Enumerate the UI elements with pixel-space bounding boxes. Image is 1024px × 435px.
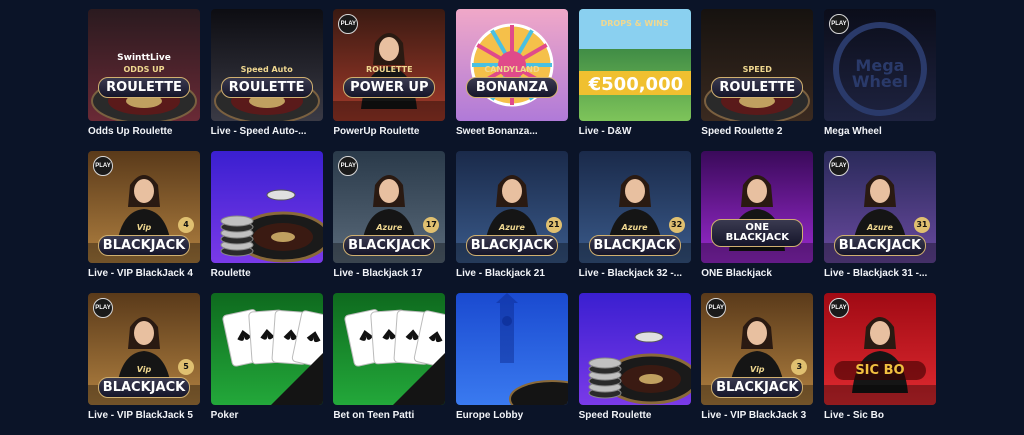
game-title[interactable]: Live - Blackjack 31 -...: [824, 268, 936, 280]
game-thumbnail[interactable]: DROPS & WINS €500,000: [578, 9, 691, 121]
game-title[interactable]: Live - VIP BlackJack 3: [701, 410, 813, 422]
game-title[interactable]: Live - Blackjack 32 -...: [579, 268, 691, 280]
game-tile[interactable]: Speed Auto ROULETTE Live - Speed Auto-...: [210, 9, 323, 151]
dealer-icon: [455, 151, 568, 263]
game-tile[interactable]: Azure BLACKJACK 32 Live - Blackjack 32 -...: [578, 151, 691, 293]
game-thumbnail[interactable]: [210, 151, 323, 263]
game-title[interactable]: Live - D&W: [579, 126, 691, 138]
play-badge-icon: PLAY: [93, 298, 113, 318]
game-tile[interactable]: Poker: [210, 293, 323, 435]
game-title[interactable]: Odds Up Roulette: [88, 126, 200, 138]
game-thumbnail[interactable]: [455, 293, 568, 405]
game-tile[interactable]: Azure BLACKJACK 21 Live - Blackjack 21: [455, 151, 568, 293]
game-thumbnail[interactable]: SIC BO PLAY: [823, 293, 936, 405]
playing-cards-icon: [333, 293, 446, 405]
game-tile[interactable]: ONE BLACKJACK ONE Blackjack: [701, 151, 814, 293]
game-thumbnail[interactable]: Speed Auto ROULETTE: [210, 9, 323, 121]
play-badge-icon: PLAY: [828, 156, 849, 176]
game-tile[interactable]: ROULETTE POWER UP PLAY PowerUp Roulette: [333, 9, 446, 151]
game-thumbnail[interactable]: Mega Wheel PLAY: [823, 9, 936, 121]
game-thumbnail[interactable]: ONE BLACKJACK: [701, 151, 814, 263]
game-title[interactable]: Sweet Bonanza...: [456, 126, 568, 138]
casino-banner-icon: [578, 9, 691, 121]
game-tile[interactable]: Vip BLACKJACK 3 PLAY Live - VIP BlackJack 3: [701, 293, 814, 435]
game-title[interactable]: Mega Wheel: [824, 126, 936, 138]
roulette-wheel-icon: [701, 9, 814, 121]
game-thumbnail[interactable]: [333, 293, 446, 405]
game-thumbnail[interactable]: Vip BLACKJACK 4 PLAY: [88, 151, 200, 263]
game-thumbnail[interactable]: [210, 293, 323, 405]
candy-wheel-icon: [455, 9, 568, 121]
dealer-icon: [578, 151, 691, 263]
roulette-wheel-icon: [210, 9, 323, 121]
game-title[interactable]: Europe Lobby: [456, 410, 568, 422]
roulette-wheel-icon: [88, 9, 200, 121]
game-tile[interactable]: SwinttLive ODDS UP ROULETTE Odds Up Roulett…: [88, 9, 200, 151]
game-title[interactable]: Live - VIP BlackJack 5: [88, 410, 200, 422]
games-grid: SwinttLive ODDS UP ROULETTE Odds Up Roulett…: [88, 9, 936, 435]
game-title[interactable]: Poker: [211, 410, 323, 422]
game-thumbnail[interactable]: Azure BLACKJACK 31 PLAY: [823, 151, 936, 263]
game-title[interactable]: Roulette: [211, 268, 323, 280]
game-thumbnail[interactable]: Vip BLACKJACK 5 PLAY: [88, 293, 200, 405]
game-thumbnail[interactable]: SPEED ROULETTE: [701, 9, 814, 121]
game-tile[interactable]: Vip BLACKJACK 5 PLAY Live - VIP BlackJack 5: [88, 293, 200, 435]
dealer-icon: [701, 151, 814, 263]
roulette-chips-icon: [578, 293, 691, 405]
game-tile[interactable]: Speed Roulette: [578, 293, 691, 435]
game-thumbnail[interactable]: [578, 293, 691, 405]
game-thumbnail[interactable]: Azure BLACKJACK 17 PLAY: [333, 151, 446, 263]
game-tile[interactable]: Roulette: [210, 151, 323, 293]
game-tile[interactable]: Bet on Teen Patti: [333, 293, 446, 435]
game-title[interactable]: Speed Roulette: [579, 410, 691, 422]
game-title[interactable]: Live - Blackjack 21: [456, 268, 568, 280]
game-title[interactable]: Live - Blackjack 17: [333, 268, 445, 280]
game-title[interactable]: Live - Sic Bo: [824, 410, 936, 422]
game-tile[interactable]: Azure BLACKJACK 17 PLAY Live - Blackjack 17: [333, 151, 446, 293]
game-title[interactable]: Speed Roulette 2: [701, 126, 813, 138]
play-badge-icon: PLAY: [828, 298, 849, 318]
game-tile[interactable]: SPEED ROULETTE Speed Roulette 2: [701, 9, 814, 151]
game-thumbnail[interactable]: ROULETTE POWER UP PLAY: [333, 9, 446, 121]
game-thumbnail[interactable]: Azure BLACKJACK 21: [455, 151, 568, 263]
game-title[interactable]: Live - Speed Auto-...: [211, 126, 323, 138]
game-tile[interactable]: Vip BLACKJACK 4 PLAY Live - VIP BlackJack 4: [88, 151, 200, 293]
play-badge-icon: PLAY: [93, 156, 113, 176]
game-title[interactable]: ONE Blackjack: [701, 268, 813, 280]
game-tile[interactable]: DROPS & WINS €500,000 Live - D&W: [578, 9, 691, 151]
europe-lobby-icon: [455, 293, 568, 405]
game-thumbnail[interactable]: CANDYLAND BONANZA: [455, 9, 568, 121]
game-tile[interactable]: Mega Wheel PLAY Mega Wheel: [823, 9, 936, 151]
game-tile[interactable]: CANDYLAND BONANZA Sweet Bonanza...: [455, 9, 568, 151]
roulette-chips-icon: [210, 151, 323, 263]
game-tile[interactable]: Europe Lobby: [455, 293, 568, 435]
game-thumbnail[interactable]: Azure BLACKJACK 32: [578, 151, 691, 263]
game-thumbnail[interactable]: Vip BLACKJACK 3 PLAY: [701, 293, 814, 405]
game-tile[interactable]: SIC BO PLAY Live - Sic Bo: [823, 293, 936, 435]
game-title[interactable]: Bet on Teen Patti: [333, 410, 445, 422]
play-badge-icon: PLAY: [828, 14, 849, 34]
game-tile[interactable]: Azure BLACKJACK 31 PLAY Live - Blackjack 31 …: [823, 151, 936, 293]
game-thumbnail[interactable]: SwinttLive ODDS UP ROULETTE: [88, 9, 200, 121]
game-title[interactable]: Live - VIP BlackJack 4: [88, 268, 200, 280]
playing-cards-icon: [210, 293, 323, 405]
game-title[interactable]: PowerUp Roulette: [333, 126, 445, 138]
